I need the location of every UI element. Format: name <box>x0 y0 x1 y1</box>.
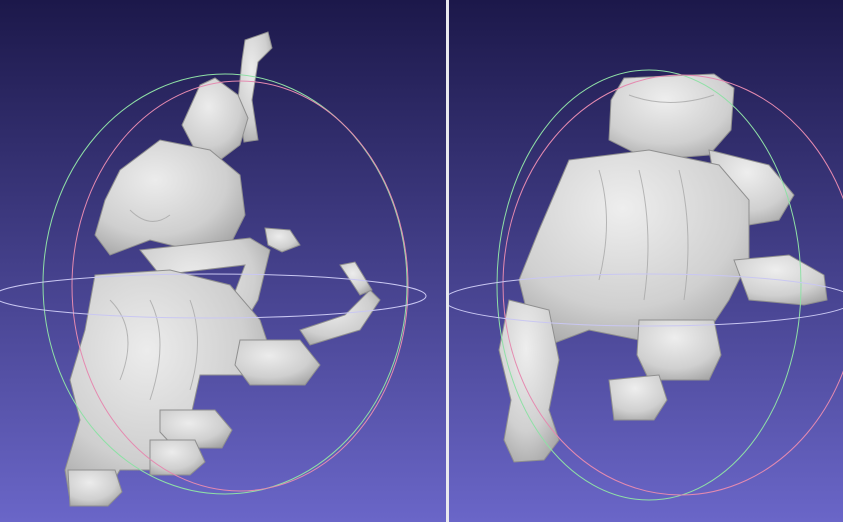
meshlab-split-viewer <box>0 0 843 522</box>
viewport-left-canvas[interactable] <box>0 0 446 522</box>
viewport-left[interactable] <box>0 0 446 522</box>
viewport-right[interactable] <box>449 0 843 522</box>
viewport-right-canvas[interactable] <box>449 0 843 522</box>
